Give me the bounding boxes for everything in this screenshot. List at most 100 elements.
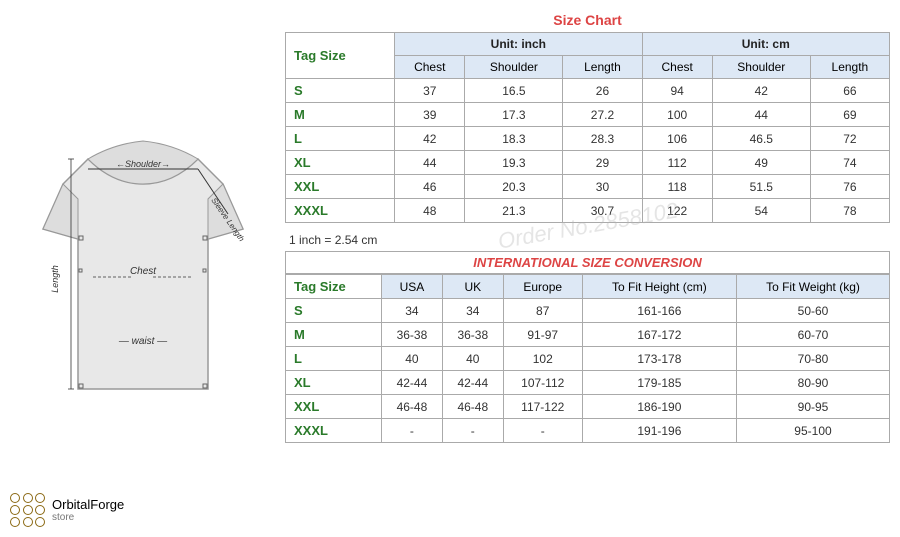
intl-tag-cell: XXL: [286, 395, 382, 419]
chest-cm-header: Chest: [642, 56, 712, 79]
weight-cell: 95-100: [736, 419, 889, 443]
shoulder-cm-cell: 44: [712, 103, 810, 127]
length-in-cell: 28.3: [563, 127, 642, 151]
weight-cell: 80-90: [736, 371, 889, 395]
height-cell: 186-190: [582, 395, 736, 419]
intl-title: INTERNATIONAL SIZE CONVERSION: [285, 251, 890, 274]
tag-cell: M: [286, 103, 395, 127]
shoulder-in-header: Shoulder: [465, 56, 563, 79]
uk-header: UK: [442, 275, 503, 299]
europe-cell: 102: [503, 347, 582, 371]
tag-cell: L: [286, 127, 395, 151]
logo-text: OrbitalForge store: [52, 497, 124, 523]
table-row: XL 42-44 42-44 107-112 179-185 80-90: [286, 371, 890, 395]
svg-text:Length: Length: [50, 265, 60, 293]
svg-text:— waist —: — waist —: [117, 336, 167, 347]
europe-cell: -: [503, 419, 582, 443]
shoulder-in-cell: 18.3: [465, 127, 563, 151]
length-in-cell: 30.7: [563, 199, 642, 223]
intl-table: Tag Size USA UK Europe To Fit Height (cm…: [285, 274, 890, 443]
intl-tag-cell: XL: [286, 371, 382, 395]
length-cm-cell: 74: [810, 151, 889, 175]
unit-cm-header: Unit: cm: [642, 33, 889, 56]
intl-tag-cell: XXXL: [286, 419, 382, 443]
usa-cell: 40: [382, 347, 443, 371]
europe-cell: 87: [503, 299, 582, 323]
chest-in-cell: 48: [395, 199, 465, 223]
table-row: XL 44 19.3 29 112 49 74: [286, 151, 890, 175]
usa-cell: 46-48: [382, 395, 443, 419]
chest-cm-cell: 112: [642, 151, 712, 175]
height-cell: 191-196: [582, 419, 736, 443]
height-header: To Fit Height (cm): [582, 275, 736, 299]
shoulder-cm-cell: 42: [712, 79, 810, 103]
chest-in-header: Chest: [395, 56, 465, 79]
usa-cell: 36-38: [382, 323, 443, 347]
height-cell: 161-166: [582, 299, 736, 323]
weight-header: To Fit Weight (kg): [736, 275, 889, 299]
usa-cell: 34: [382, 299, 443, 323]
brand-sub: store: [52, 512, 124, 523]
chest-cm-cell: 106: [642, 127, 712, 151]
length-cm-cell: 66: [810, 79, 889, 103]
brand-name: OrbitalForge: [52, 497, 124, 512]
table-row: M 39 17.3 27.2 100 44 69: [286, 103, 890, 127]
shoulder-in-cell: 21.3: [465, 199, 563, 223]
size-chart-table: Tag Size Unit: inch Unit: cm Chest Shoul…: [285, 32, 890, 223]
length-in-cell: 30: [563, 175, 642, 199]
usa-cell: -: [382, 419, 443, 443]
intl-tag-header: Tag Size: [286, 275, 382, 299]
height-cell: 167-172: [582, 323, 736, 347]
tables-container: Size Chart Tag Size Unit: inch Unit: cm …: [285, 8, 890, 443]
shoulder-in-cell: 17.3: [465, 103, 563, 127]
length-in-header: Length: [563, 56, 642, 79]
chest-cm-cell: 118: [642, 175, 712, 199]
right-panel: Size Chart Tag Size Unit: inch Unit: cm …: [285, 0, 900, 537]
chest-in-cell: 39: [395, 103, 465, 127]
length-in-cell: 27.2: [563, 103, 642, 127]
chest-cm-cell: 94: [642, 79, 712, 103]
shoulder-in-cell: 16.5: [465, 79, 563, 103]
shoulder-in-cell: 20.3: [465, 175, 563, 199]
left-panel: ←Shoulder→ Sleeve Length Chest — waist —…: [0, 0, 285, 537]
table-row: XXL 46-48 46-48 117-122 186-190 90-95: [286, 395, 890, 419]
chest-cm-cell: 100: [642, 103, 712, 127]
usa-cell: 42-44: [382, 371, 443, 395]
shoulder-cm-cell: 54: [712, 199, 810, 223]
length-cm-cell: 72: [810, 127, 889, 151]
length-cm-cell: 78: [810, 199, 889, 223]
intl-tag-cell: L: [286, 347, 382, 371]
table-row: XXL 46 20.3 30 118 51.5 76: [286, 175, 890, 199]
size-chart-title: Size Chart: [285, 8, 890, 32]
shoulder-cm-cell: 51.5: [712, 175, 810, 199]
chest-in-cell: 37: [395, 79, 465, 103]
europe-cell: 91-97: [503, 323, 582, 347]
inch-note: 1 inch = 2.54 cm: [285, 231, 890, 251]
table-row: S 37 16.5 26 94 42 66: [286, 79, 890, 103]
tag-cell: S: [286, 79, 395, 103]
svg-text:←Shoulder→: ←Shoulder→: [115, 159, 169, 169]
length-in-cell: 29: [563, 151, 642, 175]
intl-tag-cell: M: [286, 323, 382, 347]
chest-in-cell: 42: [395, 127, 465, 151]
uk-cell: 34: [442, 299, 503, 323]
chest-in-cell: 44: [395, 151, 465, 175]
uk-cell: 40: [442, 347, 503, 371]
length-cm-cell: 69: [810, 103, 889, 127]
chest-in-cell: 46: [395, 175, 465, 199]
length-cm-header: Length: [810, 56, 889, 79]
logo-area: OrbitalForge store: [10, 493, 124, 527]
length-in-cell: 26: [563, 79, 642, 103]
tag-cell: XXXL: [286, 199, 395, 223]
uk-cell: 36-38: [442, 323, 503, 347]
tag-size-header: Tag Size: [286, 33, 395, 79]
shoulder-cm-cell: 46.5: [712, 127, 810, 151]
weight-cell: 90-95: [736, 395, 889, 419]
svg-text:Chest: Chest: [129, 266, 156, 277]
weight-cell: 60-70: [736, 323, 889, 347]
uk-cell: -: [442, 419, 503, 443]
table-row: L 40 40 102 173-178 70-80: [286, 347, 890, 371]
table-row: XXXL 48 21.3 30.7 122 54 78: [286, 199, 890, 223]
length-cm-cell: 76: [810, 175, 889, 199]
weight-cell: 50-60: [736, 299, 889, 323]
